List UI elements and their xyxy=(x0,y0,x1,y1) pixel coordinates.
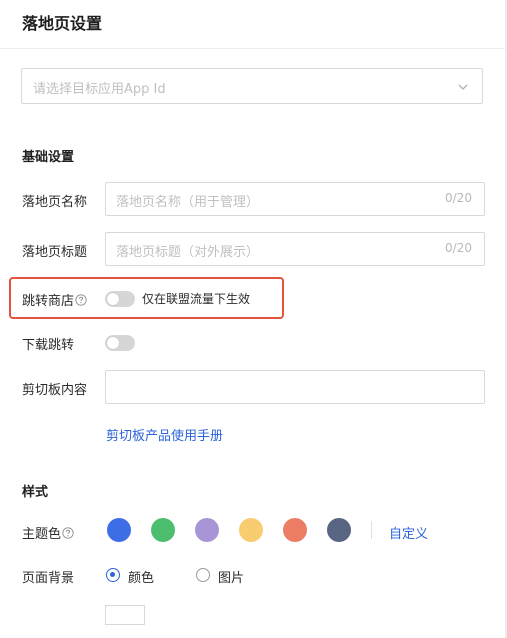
toggle-knob xyxy=(107,337,119,349)
background-image-label[interactable]: 图片 xyxy=(218,567,244,586)
theme-color-label-text: 主题色 xyxy=(22,527,62,542)
theme-swatch-yellow[interactable] xyxy=(239,518,263,542)
theme-divider xyxy=(371,521,372,539)
clipboard-label: 剪切板内容 xyxy=(22,383,88,398)
jump-store-label-text: 跳转商店 xyxy=(22,294,75,309)
landing-name-placeholder: 落地页名称（用于管理） xyxy=(116,195,260,210)
landing-title-input[interactable]: 落地页标题（对外展示） 0/20 xyxy=(105,232,485,266)
app-id-select[interactable]: 请选择目标应用App Id xyxy=(21,68,483,104)
theme-color-label: 主题色 xyxy=(22,523,74,542)
download-jump-toggle[interactable] xyxy=(105,335,135,351)
clipboard-manual-link[interactable]: 剪切板产品使用手册 xyxy=(106,425,223,444)
background-color-picker[interactable] xyxy=(105,605,145,625)
landing-title-label: 落地页标题 xyxy=(22,245,88,260)
app-id-select-placeholder: 请选择目标应用App Id xyxy=(33,82,166,97)
jump-store-hint: 仅在联盟流量下生效 xyxy=(142,292,251,306)
background-color-label[interactable]: 颜色 xyxy=(128,567,154,586)
help-circle-icon[interactable] xyxy=(75,294,87,306)
jump-store-label: 跳转商店 xyxy=(22,290,87,309)
theme-swatch-purple[interactable] xyxy=(195,518,219,542)
theme-swatch-orange[interactable] xyxy=(283,518,307,542)
landing-name-input[interactable]: 落地页名称（用于管理） 0/20 xyxy=(105,182,485,216)
chevron-down-icon xyxy=(458,84,468,90)
theme-swatch-green[interactable] xyxy=(151,518,175,542)
panel-header: 落地页设置 xyxy=(0,0,505,49)
download-jump-label: 下载跳转 xyxy=(22,338,75,353)
help-circle-icon[interactable] xyxy=(62,527,74,539)
landing-name-counter: 0/20 xyxy=(445,191,472,205)
theme-swatch-blue[interactable] xyxy=(107,518,131,542)
page-background-label: 页面背景 xyxy=(22,571,75,586)
background-color-radio[interactable] xyxy=(106,568,120,582)
style-heading: 样式 xyxy=(22,485,49,500)
landing-title-placeholder: 落地页标题（对外展示） xyxy=(116,245,260,260)
landing-name-label: 落地页名称 xyxy=(22,195,88,210)
theme-swatch-slate[interactable] xyxy=(327,518,351,542)
landing-title-counter: 0/20 xyxy=(445,241,472,255)
background-image-radio[interactable] xyxy=(196,568,210,582)
page-title: 落地页设置 xyxy=(22,14,103,33)
toggle-knob xyxy=(107,293,119,305)
jump-store-toggle[interactable] xyxy=(105,291,135,307)
basic-settings-heading: 基础设置 xyxy=(22,150,75,165)
custom-theme-link[interactable]: 自定义 xyxy=(389,523,428,542)
clipboard-input[interactable] xyxy=(105,370,485,404)
